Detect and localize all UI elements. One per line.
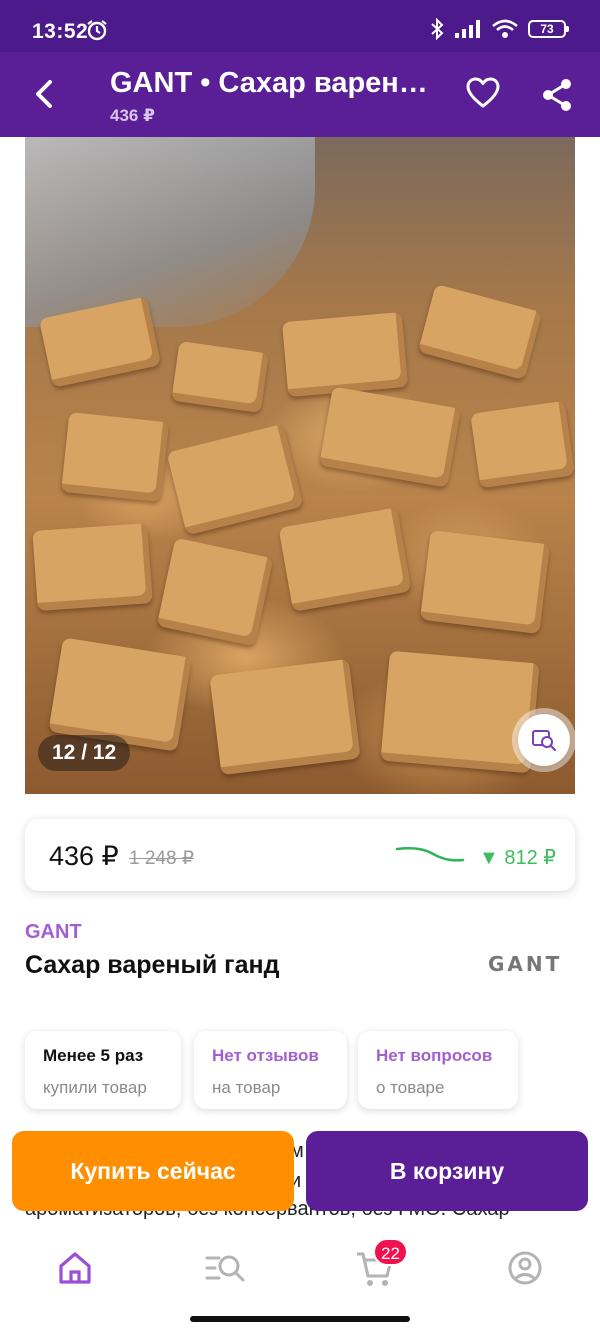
- price-drop: ▼ 812 ₽: [479, 847, 557, 869]
- purchases-caption: купили товар: [43, 1078, 147, 1097]
- status-time: 13:52: [32, 20, 89, 43]
- system-icons: 73: [430, 18, 569, 40]
- old-price: 1 248 ₽: [129, 848, 194, 869]
- sugar-chunk: [470, 400, 575, 489]
- page-subtitle-price: 436 ₽: [110, 106, 155, 125]
- brand-logo[interactable]: GANT: [488, 952, 562, 976]
- sugar-chunk: [171, 341, 269, 413]
- product-name: Сахар вареный ганд: [25, 951, 280, 979]
- favorite-heart-icon[interactable]: [466, 77, 500, 114]
- reviews-card[interactable]: Нет отзывов на товар: [194, 1031, 347, 1109]
- image-counter: 12 / 12: [38, 735, 131, 771]
- buy-now-button[interactable]: Купить сейчас: [12, 1131, 294, 1211]
- add-to-cart-button[interactable]: В корзину: [306, 1131, 588, 1211]
- wifi-icon: [492, 19, 518, 38]
- sugar-chunk: [209, 658, 361, 776]
- image-search-button[interactable]: [518, 714, 570, 766]
- signal-icon: [455, 20, 480, 38]
- current-price: 436 ₽: [49, 841, 119, 871]
- sugar-chunk: [61, 411, 169, 503]
- back-arrow-icon[interactable]: [26, 74, 60, 114]
- questions-caption: о товаре: [376, 1078, 445, 1097]
- sugar-chunk: [380, 650, 540, 774]
- glass-bowl-illustration: [25, 137, 315, 327]
- sugar-chunk: [278, 507, 412, 612]
- product-image[interactable]: [25, 137, 575, 794]
- bluetooth-icon: [431, 18, 444, 40]
- sugar-chunk: [32, 523, 153, 611]
- purchases-count: Менее 5 раз: [43, 1046, 144, 1065]
- app-bar: GANT • Сахар варен… 436 ₽: [0, 52, 600, 137]
- cart-count-badge: 22: [373, 1238, 408, 1266]
- price-card[interactable]: 436 ₽ 1 248 ₽ ▼ 812 ₽: [25, 819, 575, 891]
- sugar-chunk: [281, 311, 409, 398]
- share-icon[interactable]: [540, 78, 574, 117]
- home-icon[interactable]: [53, 1246, 97, 1290]
- brand-link[interactable]: GANT: [25, 921, 82, 944]
- purchases-card[interactable]: Менее 5 раз купили товар: [25, 1031, 181, 1109]
- catalog-search-icon[interactable]: [203, 1246, 247, 1290]
- alarm-icon: [86, 19, 108, 46]
- sugar-chunk: [319, 386, 461, 488]
- profile-icon[interactable]: [503, 1246, 547, 1290]
- questions-card[interactable]: Нет вопросов о товаре: [358, 1031, 518, 1109]
- image-search-icon: [532, 730, 557, 752]
- status-bar: 13:52 73: [0, 0, 600, 52]
- questions-status: Нет вопросов: [376, 1046, 493, 1065]
- reviews-status: Нет отзывов: [212, 1046, 319, 1065]
- battery-icon: 73: [528, 20, 569, 38]
- price-trend-icon: [395, 841, 465, 872]
- sugar-chunk: [419, 530, 551, 634]
- sugar-chunk: [166, 423, 304, 536]
- sugar-chunk: [417, 283, 543, 381]
- reviews-caption: на товар: [212, 1078, 281, 1097]
- home-indicator[interactable]: [190, 1316, 410, 1322]
- page-title: GANT • Сахар варен…: [110, 67, 428, 99]
- sugar-chunk: [156, 537, 274, 647]
